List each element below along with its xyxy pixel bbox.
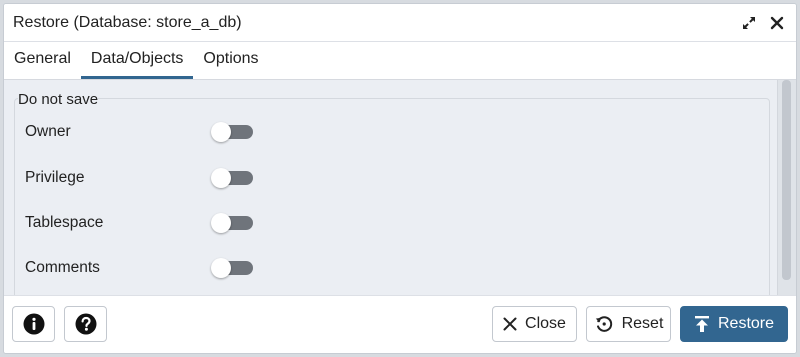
- comments-toggle[interactable]: [211, 258, 253, 278]
- toggle-row-tablespace: Tablespace: [25, 211, 265, 235]
- info-icon: [23, 313, 44, 335]
- tab-options[interactable]: Options: [193, 42, 268, 79]
- tab-data-objects[interactable]: Data/Objects: [80, 42, 194, 79]
- reset-icon: [595, 316, 612, 332]
- tab-content: Do not save Owner Privilege Tablespace C…: [4, 80, 778, 308]
- reset-button[interactable]: Reset: [586, 306, 671, 342]
- tab-general[interactable]: General: [4, 42, 81, 79]
- help-icon: [75, 313, 96, 335]
- dialog-title: Restore (Database: store_a_db): [13, 13, 242, 31]
- scrollbar-thumb[interactable]: [782, 80, 791, 280]
- close-button[interactable]: Close: [492, 306, 577, 342]
- expand-icon[interactable]: [740, 14, 758, 32]
- dialog-titlebar[interactable]: Restore (Database: store_a_db): [4, 4, 796, 42]
- vertical-scrollbar[interactable]: [777, 80, 796, 298]
- toggle-row-comments: Comments: [25, 256, 265, 280]
- dialog-footer: Close Reset Restore: [4, 295, 796, 353]
- tablespace-label: Tablespace: [25, 214, 104, 231]
- tab-bar: General Data/Objects Options: [4, 42, 796, 80]
- toggle-row-privilege: Privilege: [25, 166, 265, 190]
- close-icon: [503, 317, 517, 331]
- info-button[interactable]: [12, 306, 55, 342]
- title-actions: [740, 14, 786, 32]
- fieldset-legend: Do not save: [18, 91, 99, 108]
- tablespace-toggle[interactable]: [211, 213, 253, 233]
- owner-label: Owner: [25, 123, 71, 140]
- close-x-icon[interactable]: [768, 14, 786, 32]
- help-button[interactable]: [64, 306, 107, 342]
- reset-button-label: Reset: [621, 315, 664, 332]
- restore-button-label: Restore: [717, 315, 775, 332]
- restore-button[interactable]: Restore: [680, 306, 788, 342]
- restore-dialog: Restore (Database: store_a_db) General D…: [3, 3, 797, 354]
- owner-toggle[interactable]: [211, 122, 253, 142]
- toggle-row-owner: Owner: [25, 120, 265, 144]
- privilege-label: Privilege: [25, 169, 85, 186]
- privilege-toggle[interactable]: [211, 168, 253, 188]
- comments-label: Comments: [25, 259, 100, 276]
- upload-icon: [694, 316, 709, 332]
- close-button-label: Close: [525, 315, 566, 332]
